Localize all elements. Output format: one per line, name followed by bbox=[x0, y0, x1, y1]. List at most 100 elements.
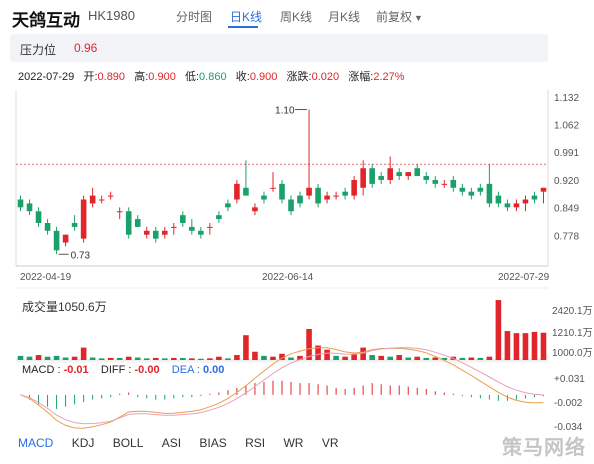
pressure-value: 0.96 bbox=[74, 41, 98, 55]
volume-bar bbox=[125, 356, 132, 360]
volume-bar bbox=[459, 357, 466, 360]
volume-bar bbox=[80, 347, 87, 360]
candle-body bbox=[288, 199, 294, 212]
volume-bar bbox=[89, 357, 96, 360]
volume-bar bbox=[486, 356, 493, 360]
tab-wr[interactable]: WR bbox=[283, 436, 303, 450]
volume-bar bbox=[387, 356, 393, 360]
y-tick-label: 1.132 bbox=[554, 93, 579, 104]
tab-bias[interactable]: BIAS bbox=[199, 436, 226, 450]
y-tick-label: 0.849 bbox=[554, 204, 579, 215]
low-label: 低: bbox=[184, 71, 200, 83]
volume-bar bbox=[71, 356, 78, 360]
volume-bar bbox=[513, 333, 520, 360]
dea-label: DEA : bbox=[171, 364, 203, 376]
candle-body bbox=[378, 176, 384, 180]
tab-weekly-k[interactable]: 周K线 bbox=[280, 8, 312, 25]
volume-bar bbox=[288, 357, 294, 360]
candle-body bbox=[152, 230, 159, 239]
volume-bar bbox=[35, 355, 42, 360]
candle-body bbox=[459, 187, 466, 192]
tab-intraday[interactable]: 分时图 bbox=[176, 8, 212, 25]
low-value: 0.860 bbox=[199, 71, 227, 83]
tab-monthly-k[interactable]: 月K线 bbox=[328, 8, 360, 25]
candle-body bbox=[80, 199, 87, 239]
volume-bar bbox=[116, 357, 123, 360]
candle-body bbox=[504, 203, 511, 208]
candle-body bbox=[71, 222, 78, 227]
volume-bar bbox=[531, 331, 538, 360]
volume-bar bbox=[234, 355, 240, 360]
volume-bar bbox=[351, 353, 357, 360]
volume-bar bbox=[495, 300, 502, 360]
candle-body bbox=[432, 179, 439, 184]
macd-value: -0.01 bbox=[63, 364, 89, 376]
candle-body bbox=[62, 234, 69, 243]
candle-body bbox=[252, 207, 258, 212]
tab-daily-k[interactable]: 日K线 bbox=[230, 8, 262, 25]
y-tick-label: 0.920 bbox=[554, 176, 579, 187]
candle-body bbox=[531, 195, 538, 200]
volume-bar bbox=[44, 356, 51, 360]
volume-bar bbox=[134, 357, 141, 360]
x-tick-label: 2022-07-29 bbox=[498, 272, 550, 283]
tab-asi[interactable]: ASI bbox=[162, 436, 181, 450]
quote-date: 2022-07-29 bbox=[18, 71, 75, 83]
pressure-label: 压力位 bbox=[20, 43, 57, 57]
volume-bar bbox=[261, 355, 267, 360]
candle-body bbox=[198, 230, 204, 235]
volume-bar bbox=[369, 355, 375, 360]
adjust-dropdown[interactable]: 前复权 ▼ bbox=[376, 8, 423, 25]
volume-bar bbox=[306, 329, 312, 360]
candle-body bbox=[396, 172, 403, 177]
tab-rsi[interactable]: RSI bbox=[245, 436, 265, 450]
macd-legend: MACD : -0.01 DIFF : -0.00 DEA : 0.00 bbox=[22, 364, 224, 376]
candle-body bbox=[171, 226, 177, 228]
volume-bar bbox=[414, 356, 421, 360]
open-value: 0.890 bbox=[97, 71, 126, 83]
volume-bar bbox=[468, 357, 475, 360]
candle-body bbox=[540, 187, 547, 192]
volume-bar bbox=[216, 356, 222, 360]
volume-bar bbox=[161, 358, 168, 360]
high-value: 0.900 bbox=[148, 71, 176, 83]
tab-macd[interactable]: MACD bbox=[18, 436, 53, 450]
y-tick-label: 1.062 bbox=[554, 120, 579, 131]
change-value: 0.020 bbox=[311, 71, 340, 83]
tab-boll[interactable]: BOLL bbox=[113, 436, 144, 450]
candle-body bbox=[495, 195, 502, 204]
volume-bar bbox=[98, 358, 105, 360]
volume-tick-label: 1210.1万 bbox=[552, 328, 593, 339]
volume-bar bbox=[198, 358, 204, 360]
candle-body bbox=[360, 168, 366, 188]
volume-tick-label: 2420.1万 bbox=[552, 306, 593, 317]
active-tab-indicator bbox=[228, 26, 258, 28]
candle-body bbox=[423, 176, 430, 180]
tab-vr[interactable]: VR bbox=[322, 436, 339, 450]
stock-name: 天鸽互动 bbox=[12, 11, 80, 30]
tab-kdj[interactable]: KDJ bbox=[72, 436, 95, 450]
candle-body bbox=[26, 203, 33, 212]
candle-body bbox=[53, 230, 60, 251]
volume-bar bbox=[189, 358, 195, 360]
stock-code: HK1980 bbox=[88, 8, 135, 23]
candle-body bbox=[234, 183, 240, 200]
candle-body bbox=[279, 183, 285, 200]
candle-body bbox=[486, 183, 493, 204]
close-label: 收: bbox=[235, 71, 250, 83]
volume-bar bbox=[53, 355, 60, 360]
volume-bar bbox=[540, 332, 547, 360]
candle-body bbox=[17, 199, 24, 208]
change-label: 涨跌: bbox=[286, 71, 312, 83]
open-label: 开: bbox=[83, 71, 98, 83]
volume-bar bbox=[477, 357, 484, 360]
volume-bar bbox=[152, 357, 159, 360]
candle-body bbox=[324, 195, 330, 200]
chart-svg[interactable]: 1.132 1.062 0.991 0.920 0.849 0.778 1.10 0.73 20… bbox=[0, 88, 594, 464]
volume-bar bbox=[26, 356, 33, 360]
volume-bar bbox=[333, 355, 339, 360]
kline-chart-area[interactable]: 1.132 1.062 0.991 0.920 0.849 0.778 1.10 0.73 20… bbox=[0, 88, 594, 464]
volume-bar bbox=[207, 358, 213, 360]
volume-bar bbox=[378, 355, 384, 360]
candle-body bbox=[369, 168, 375, 184]
